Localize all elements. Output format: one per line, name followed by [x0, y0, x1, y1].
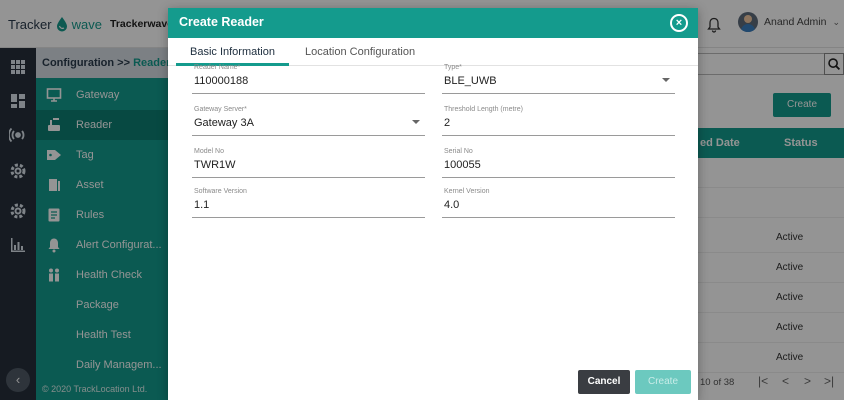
field-label: Gateway Server*: [194, 106, 247, 113]
dialog-header: Create Reader ×: [168, 8, 698, 38]
tab-location-configuration[interactable]: Location Configuration: [305, 46, 415, 58]
field-value: 100055: [444, 159, 481, 171]
field-value: 110000188: [194, 75, 249, 87]
field-value: BLE_UWB: [444, 75, 497, 87]
dialog-title: Create Reader: [179, 15, 264, 29]
serial-no-field[interactable]: Serial No 100055: [442, 148, 675, 178]
type-select[interactable]: Type* BLE_UWB: [442, 64, 675, 94]
dropdown-caret-icon: [412, 120, 420, 124]
field-value: 4.0: [444, 199, 460, 211]
field-label: Software Version: [194, 188, 247, 195]
tab-basic-information[interactable]: Basic Information: [190, 46, 275, 58]
threshold-length-field[interactable]: Threshold Length (metre) 2: [442, 106, 675, 136]
kernel-version-field[interactable]: Kernel Version 4.0: [442, 188, 675, 218]
field-label: Kernel Version: [444, 188, 490, 195]
field-label: Type*: [444, 64, 462, 71]
field-value: 1.1: [194, 199, 210, 211]
reader-name-field[interactable]: Reader Name* 110000188: [192, 64, 425, 94]
create-reader-dialog: Create Reader × Basic Information Locati…: [168, 8, 698, 400]
close-icon[interactable]: ×: [670, 14, 688, 32]
field-label: Reader Name*: [194, 64, 241, 71]
field-value: Gateway 3A: [194, 117, 254, 129]
model-no-field[interactable]: Model No TWR1W: [192, 148, 425, 178]
gateway-server-select[interactable]: Gateway Server* Gateway 3A: [192, 106, 425, 136]
cancel-button[interactable]: Cancel: [578, 370, 630, 394]
field-label: Threshold Length (metre): [444, 106, 523, 113]
dropdown-caret-icon: [662, 78, 670, 82]
software-version-field[interactable]: Software Version 1.1: [192, 188, 425, 218]
create-button[interactable]: Create: [635, 370, 691, 394]
field-label: Serial No: [444, 148, 473, 155]
field-value: TWR1W: [194, 159, 236, 171]
field-label: Model No: [194, 148, 224, 155]
dialog-tabs: Basic Information Location Configuration: [168, 38, 698, 66]
field-value: 2: [444, 117, 451, 129]
